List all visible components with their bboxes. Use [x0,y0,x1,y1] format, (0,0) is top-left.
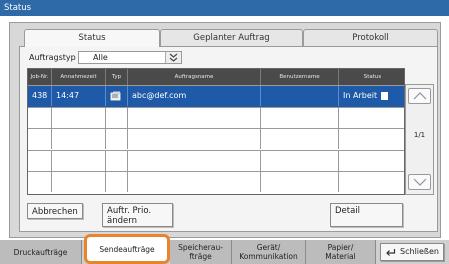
header-user-name: Benutzername [261,69,339,85]
header-job-name: Auftragsname [128,69,261,85]
cell-job-name: abc@def.com [128,86,261,106]
tab-send-jobs-label: Sendeaufträge [99,244,155,254]
job-type-label: Auftragstyp [29,53,76,62]
double-chevron-down-icon [165,52,181,63]
scroll-up-button[interactable] [408,88,431,104]
header-type: Typ [106,69,128,85]
tab-paper-material[interactable]: Papier/ Material [306,240,376,264]
job-table: Job-Nr. Annahmezeit Typ Auftragsname Ben… [27,68,405,195]
tab-storage-line2: fträge [189,252,212,261]
cancel-button[interactable]: Abbrechen [27,203,83,219]
close-button[interactable]: Schließen [380,243,444,261]
tab-print-jobs[interactable]: Druckaufträge [0,240,82,264]
cell-job-no: 438 [28,86,52,106]
table-row[interactable] [28,149,404,172]
table-row[interactable] [28,128,404,150]
scroll-down-button[interactable] [408,174,431,190]
job-type-select[interactable]: Alle [78,51,182,64]
header-status: Status [363,74,382,80]
cell-time: 14:47 [52,86,106,106]
document-icon [110,91,121,100]
cell-user-name [261,86,339,106]
table-row[interactable] [28,171,404,193]
header-job-no: Job-Nr. [28,69,52,85]
cell-type [106,86,128,106]
table-scrollbar: 1/1 [405,84,434,195]
job-type-value: Alle [93,53,108,62]
table-row[interactable]: 438 14:47 abc@def.com In Arbeit [28,85,404,107]
return-arrow-icon [386,248,396,256]
tab-send-jobs[interactable]: Sendeaufträge [84,234,170,264]
tab-storage-line1: Speicherau- [178,243,223,252]
chevron-down-icon [413,178,426,186]
table-header: Job-Nr. Annahmezeit Typ Auftragsname Ben… [28,69,404,85]
header-time: Annahmezeit [52,69,106,85]
page-indicator: 1/1 [413,131,426,139]
tab-log[interactable]: Protokoll [303,29,438,46]
tab-paper-line1: Papier/ [327,243,354,252]
change-priority-button[interactable]: Auftr. Prio. ändern [102,203,173,227]
tab-device-line1: Gerät/ [256,243,281,252]
table-row[interactable] [28,106,404,129]
tab-paper-line2: Material [325,252,356,261]
detail-button[interactable]: Detail [330,203,403,227]
window-title: Status [0,0,449,16]
status-text: In Arbeit [343,91,378,100]
close-button-label: Schließen [400,247,439,256]
row-checkbox[interactable] [381,91,389,100]
cell-status: In Arbeit [339,86,404,106]
tab-status[interactable]: Status [24,29,160,47]
tab-scheduled-job[interactable]: Geplanter Auftrag [160,29,303,46]
tab-storage-jobs[interactable]: Speicherau- fträge [170,240,232,264]
tab-print-jobs-label: Druckaufträge [13,247,68,257]
chevron-up-icon [413,92,426,100]
tab-device-line2: Kommunikation [239,252,298,261]
tab-device-communication[interactable]: Gerät/ Kommunikation [232,240,306,264]
